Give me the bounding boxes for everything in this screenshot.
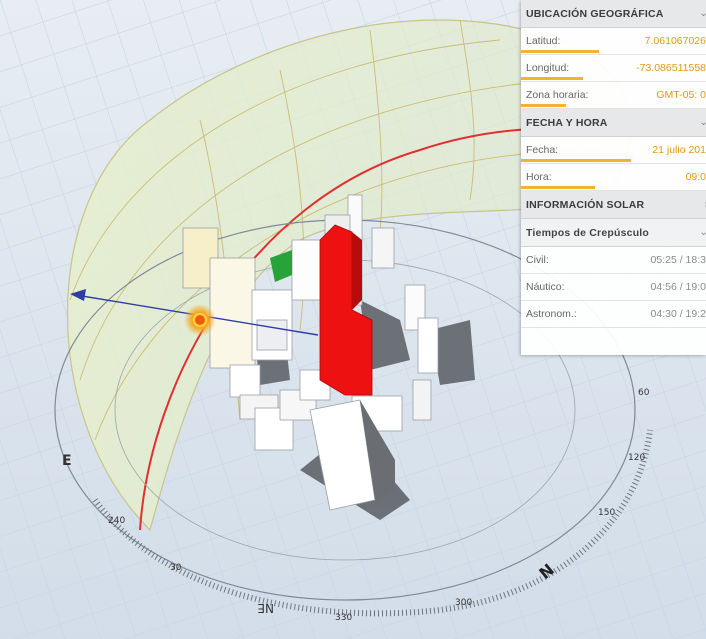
date-label: Fecha: xyxy=(526,144,559,156)
longitude-row[interactable]: Longitud: -73.086511558 xyxy=(521,55,706,82)
twilight-row-astronomical: Astronom.: 04:30 / 19:2 xyxy=(521,301,706,328)
3d-viewport[interactable]: E N NE 30 330 300 150 120 60 240 UBICACI… xyxy=(0,0,706,639)
time-label: Hora: xyxy=(526,171,552,183)
twilight-label: Náutico: xyxy=(526,281,565,293)
compass-label: NE xyxy=(257,601,274,615)
compass-label: 30 xyxy=(170,563,182,573)
twilight-label: Civil: xyxy=(526,254,549,266)
location-title: UBICACIÓN GEOGRÁFICA xyxy=(526,7,664,20)
date-value[interactable]: 21 julio 201 xyxy=(652,137,706,163)
time-value[interactable]: 09:0 xyxy=(686,164,706,190)
date-underline xyxy=(521,159,631,162)
location-section-header[interactable]: UBICACIÓN GEOGRÁFICA ⌄ xyxy=(521,0,706,28)
compass-label: 330 xyxy=(335,613,352,623)
latitude-row[interactable]: Latitud: 7.061067026 xyxy=(521,28,706,55)
date-row[interactable]: Fecha: 21 julio 201 xyxy=(521,137,706,164)
longitude-underline xyxy=(521,77,583,80)
twilight-row-civil: Civil: 05:25 / 18:3 xyxy=(521,247,706,274)
datetime-title: FECHA Y HORA xyxy=(526,116,608,129)
longitude-value[interactable]: -73.086511558 xyxy=(636,55,706,81)
longitude-label: Longitud: xyxy=(526,62,570,74)
sun-icon[interactable] xyxy=(193,313,207,327)
latitude-underline xyxy=(521,50,599,53)
compass-label: 300 xyxy=(455,598,472,608)
timezone-value[interactable]: GMT-05: 0 xyxy=(656,82,706,108)
timezone-underline xyxy=(521,104,566,107)
info-panel: UBICACIÓN GEOGRÁFICA ⌄ Latitud: 7.061067… xyxy=(521,0,706,355)
twilight-section-header[interactable]: Tiempos de Crepúsculo ⌄ xyxy=(521,219,706,247)
timezone-label: Zona horaria: xyxy=(526,89,589,101)
twilight-label: Astronom.: xyxy=(526,308,577,320)
chevron-down-icon[interactable]: ⌄ xyxy=(699,227,706,238)
time-underline xyxy=(521,186,595,189)
time-row[interactable]: Hora: 09:0 xyxy=(521,164,706,191)
twilight-row-nautical: Náutico: 04:56 / 19:0 xyxy=(521,274,706,301)
twilight-value: 04:30 / 19:2 xyxy=(650,308,706,320)
timezone-row[interactable]: Zona horaria: GMT-05: 0 xyxy=(521,82,706,109)
compass-label: 240 xyxy=(108,516,125,526)
compass-label: E xyxy=(62,453,72,469)
twilight-value: 04:56 / 19:0 xyxy=(650,281,706,293)
twilight-title: Tiempos de Crepúsculo xyxy=(526,226,650,239)
compass-label: 150 xyxy=(598,508,615,518)
datetime-section-header[interactable]: FECHA Y HORA ⌄ xyxy=(521,109,706,137)
solar-section-header[interactable]: INFORMACIÓN SOLAR › xyxy=(521,191,706,219)
compass-label: 60 xyxy=(638,388,650,398)
solar-title: INFORMACIÓN SOLAR xyxy=(526,198,645,211)
compass-label: 120 xyxy=(628,453,645,463)
latitude-label: Latitud: xyxy=(526,35,561,47)
chevron-down-icon[interactable]: ⌄ xyxy=(699,8,706,19)
twilight-value: 05:25 / 18:3 xyxy=(650,254,706,266)
latitude-value[interactable]: 7.061067026 xyxy=(645,28,706,54)
chevron-down-icon[interactable]: ⌄ xyxy=(699,117,706,128)
